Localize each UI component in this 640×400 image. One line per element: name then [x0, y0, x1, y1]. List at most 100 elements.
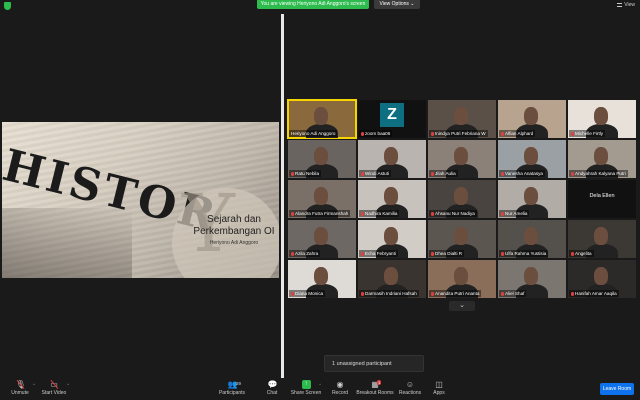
participant-tile[interactable]: Azila Zahra — [288, 220, 356, 258]
participant-tile[interactable]: Dhea Dialti R — [428, 220, 496, 258]
participant-name: Anandita Putri Ananta — [435, 291, 480, 296]
leave-room-button[interactable]: Leave Room — [600, 383, 634, 395]
breakout-rooms-button[interactable]: ▦ 1 Breakout Rooms — [356, 380, 394, 396]
gallery-more-button[interactable]: ⌄ — [449, 301, 475, 311]
participant-name-label: Azila Zahra — [289, 250, 321, 257]
participant-center-name: Dela Ellen — [589, 193, 615, 199]
participant-tile[interactable]: Anandita Putri Ananta — [428, 260, 496, 298]
participant-name: Jilah Aulia — [435, 171, 456, 176]
start-video-button[interactable]: ▭ Start Video ^ — [36, 380, 72, 396]
participant-video — [454, 267, 468, 285]
participant-tile[interactable]: Ahsanu Nur Nadiya — [428, 180, 496, 218]
participant-name: Hanifah Amar Aaqila — [575, 291, 617, 296]
unmute-button[interactable]: 🎙 Unmute ^ — [2, 380, 38, 396]
unassigned-participant-notice[interactable]: 1 unassigned participant — [324, 355, 424, 372]
breakout-rooms-label: Breakout Rooms — [356, 390, 394, 396]
microphone-muted-icon: 🎙 — [15, 380, 26, 389]
participant-name-label: Aliel Shaf — [499, 290, 527, 297]
participant-video — [524, 187, 538, 205]
participant-video — [384, 227, 398, 245]
record-button[interactable]: ◉ Record — [322, 380, 358, 396]
participant-tile[interactable]: Nadhira Kamilia — [358, 180, 426, 218]
video-caret-icon[interactable]: ^ — [67, 382, 69, 387]
share-caret-icon[interactable]: ^ — [319, 382, 321, 387]
participant-name: Michelle Firtly — [575, 131, 604, 136]
share-screen-button[interactable]: ↑ Share Screen ^ — [288, 380, 324, 396]
muted-mic-icon — [361, 251, 364, 256]
participant-video — [594, 227, 608, 245]
participant-tile[interactable]: Windi Astuti — [358, 140, 426, 178]
view-options-button[interactable]: View Options ⌄ — [374, 0, 420, 9]
participant-tile[interactable]: Hanifah Amar Aaqila — [568, 260, 636, 298]
muted-mic-icon — [291, 211, 294, 216]
participant-name-label: Ratu Nebila — [289, 170, 322, 177]
view-grid-icon — [617, 2, 623, 7]
participant-name-label: Nadhira Kamilia — [359, 210, 400, 217]
participant-tile[interactable]: Echa Febryanti — [358, 220, 426, 258]
participant-name: Nadhira Kamilia — [365, 211, 398, 216]
participant-name-label: Ulfa Rahma Yustisia — [499, 250, 549, 257]
record-icon: ◉ — [336, 380, 344, 389]
muted-mic-icon — [501, 211, 504, 216]
participant-tile[interactable]: Vanesha Anatasya — [498, 140, 566, 178]
participant-video — [384, 147, 398, 165]
shared-screen[interactable]: HISTOR Y Sejarah dan Perkembangan OI Her… — [2, 122, 279, 278]
participant-tile[interactable]: Diana Monica — [288, 260, 356, 298]
participant-tile[interactable]: Zzoom baa06 — [358, 100, 426, 138]
muted-mic-icon — [291, 291, 294, 296]
participant-tile[interactable]: Ratu Nebila — [288, 140, 356, 178]
muted-mic-icon — [361, 171, 364, 176]
chat-button[interactable]: 💬 Chat — [254, 380, 290, 396]
unmute-caret-icon[interactable]: ^ — [33, 382, 35, 387]
participant-tile[interactable]: Jilah Aulia — [428, 140, 496, 178]
participant-tile[interactable]: Dela Ellen — [568, 180, 636, 218]
participant-name-label: Jilah Aulia — [429, 170, 458, 177]
participant-video — [314, 147, 328, 165]
muted-mic-icon — [571, 131, 574, 136]
participants-count: 39 — [236, 381, 242, 386]
view-label: View — [624, 2, 635, 8]
participant-video — [524, 267, 538, 285]
participant-tile[interactable]: Nur Amelia — [498, 180, 566, 218]
participant-tile[interactable]: Darmasih Indriani Hafsah — [358, 260, 426, 298]
participant-tile[interactable]: Andyahrah Kalyana Putri — [568, 140, 636, 178]
participant-tile[interactable]: Ulfa Rahma Yustisia — [498, 220, 566, 258]
participant-video — [314, 227, 328, 245]
participant-name-label: Dhea Dialti R — [429, 250, 465, 257]
slide-author: Heriyono Adi Anggoro — [209, 240, 259, 246]
participant-video — [384, 187, 398, 205]
start-video-label: Start Video — [41, 390, 67, 396]
split-divider[interactable] — [281, 14, 284, 384]
participant-name: Windi Astuti — [365, 171, 389, 176]
participant-name-label: Andyahrah Kalyana Putri — [569, 170, 628, 177]
apps-button[interactable]: ◫ Apps — [421, 380, 457, 396]
participant-name-label: Michelle Firtly — [569, 130, 606, 137]
participant-tile[interactable]: Aliel Shaf — [498, 260, 566, 298]
shield-icon[interactable] — [4, 2, 11, 10]
participant-tile[interactable]: Alfian Alphard — [498, 100, 566, 138]
participant-tile[interactable]: Michelle Firtly — [568, 100, 636, 138]
participant-name-label: Ahsanu Nur Nadiya — [429, 210, 477, 217]
participant-tile[interactable]: Heriyono Adi Anggoro — [287, 99, 357, 139]
screen-share-banner: You are viewing Heriyono Adi Anggoro's s… — [257, 0, 369, 9]
participants-label: Participants — [218, 390, 246, 396]
muted-mic-icon — [361, 291, 364, 296]
participant-name: Ulfa Rahma Yustisia — [505, 251, 547, 256]
view-button[interactable]: View — [617, 2, 635, 8]
participant-name: Alandra Futra Firmanshah — [295, 211, 349, 216]
participant-tile[interactable]: Alandra Futra Firmanshah — [288, 180, 356, 218]
muted-mic-icon — [431, 211, 434, 216]
muted-mic-icon — [291, 171, 294, 176]
muted-mic-icon — [431, 291, 434, 296]
participant-name: Ahsanu Nur Nadiya — [435, 211, 475, 216]
apps-icon: ◫ — [435, 380, 443, 389]
participant-tile[interactable]: Inindya Putri Febriana W — [428, 100, 496, 138]
reactions-icon: ☺ — [405, 380, 415, 389]
participant-video — [454, 187, 468, 205]
participant-tile[interactable]: Angelita — [568, 220, 636, 258]
unmute-label: Unmute — [11, 390, 29, 396]
muted-mic-icon — [501, 171, 504, 176]
participants-button[interactable]: 👥 39 Participants — [214, 380, 250, 396]
chat-icon: 💬 — [267, 380, 278, 389]
participant-name-label: Nur Amelia — [499, 210, 530, 217]
